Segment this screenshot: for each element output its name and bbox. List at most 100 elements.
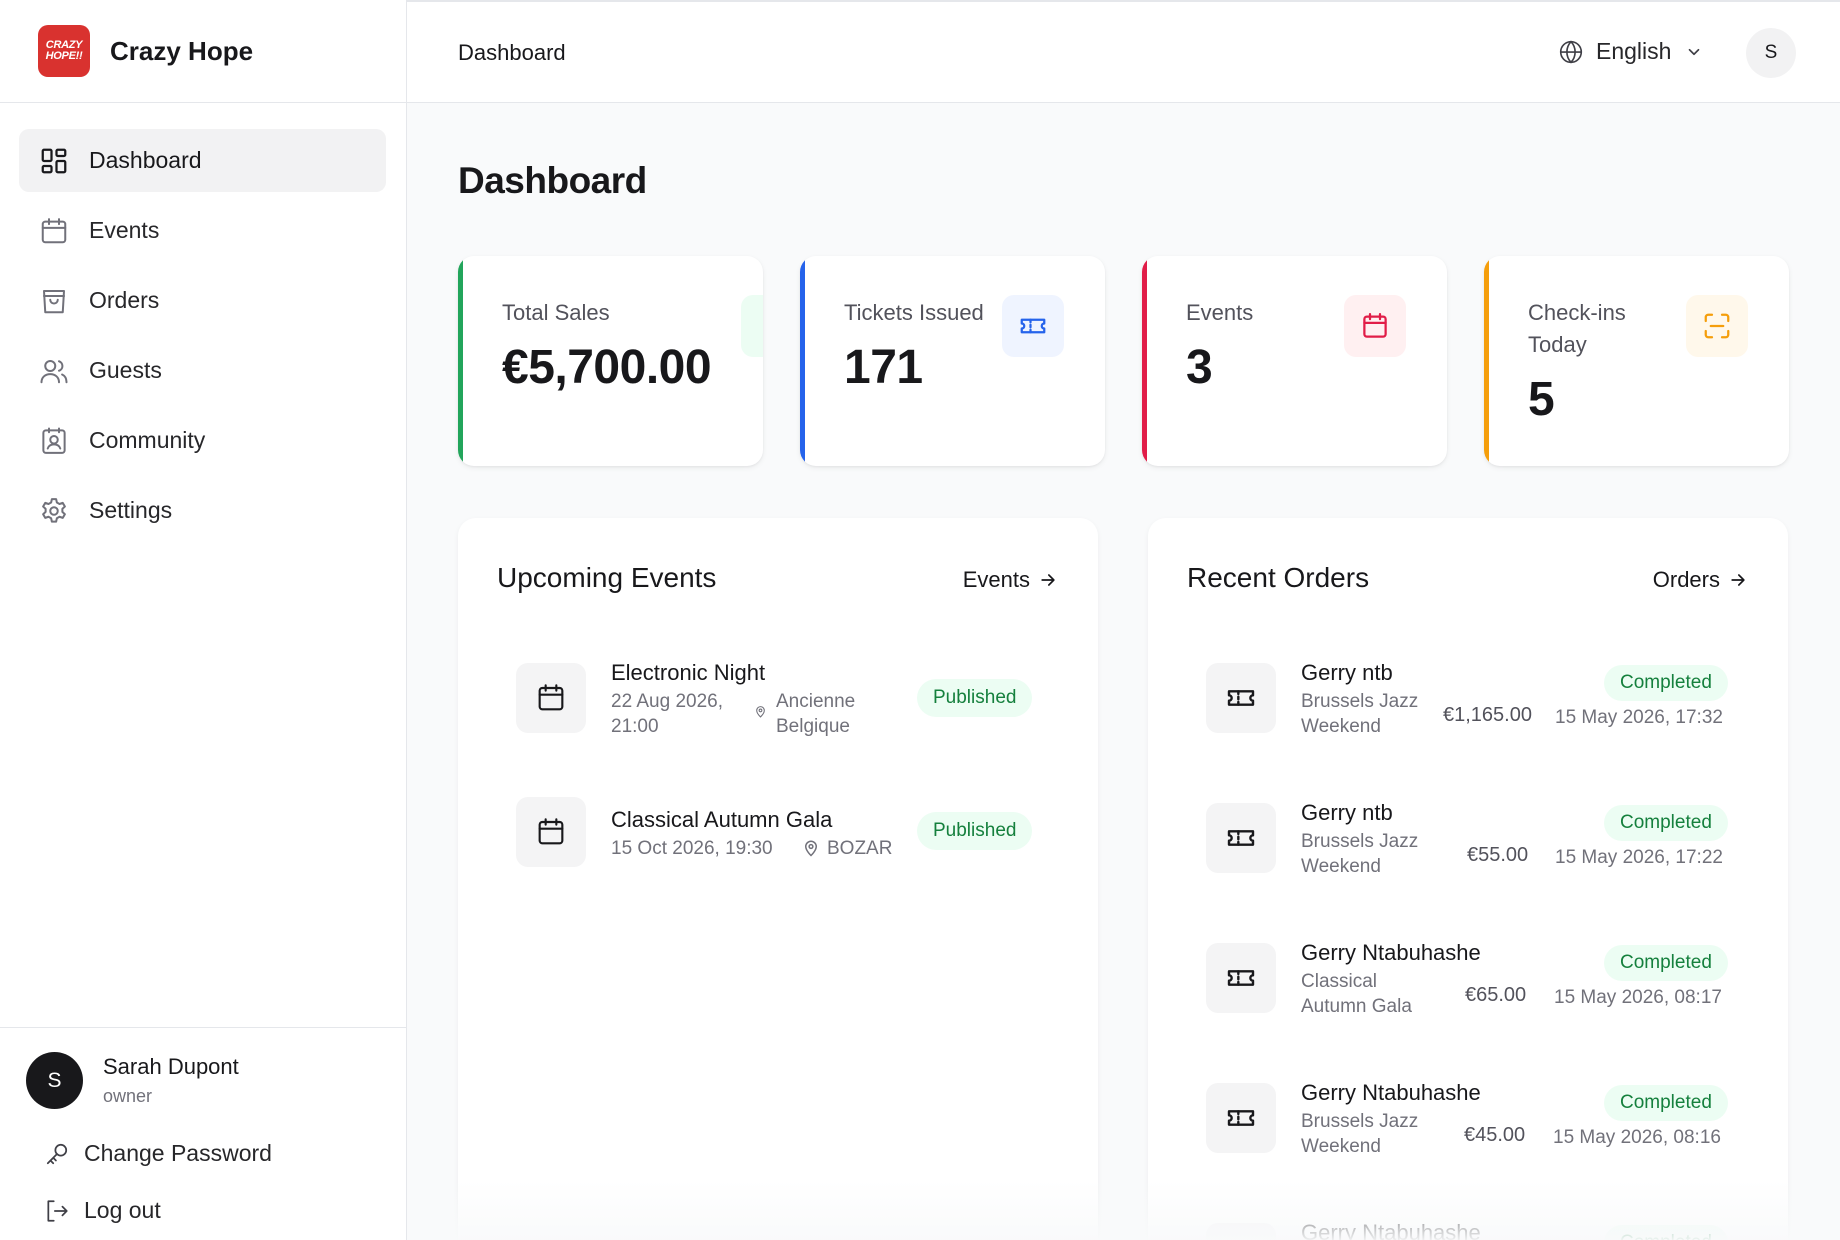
user-name: Sarah Dupont [103,1054,239,1079]
map-pin-icon [804,840,818,857]
panel-title: Upcoming Events [497,562,717,593]
stat-card-check-ins-today: Check-ins Today 5 [1484,256,1789,466]
sidebar-item-community[interactable]: Community [19,409,386,472]
ticket-icon [1227,830,1255,846]
customer-name: Gerry ntb [1301,800,1393,825]
stat-value: 5 [1528,373,1555,426]
order-icon-box [1206,663,1276,733]
change-password-link[interactable]: Change Password [44,1140,406,1167]
order-event: Brussels Jazz Weekend [1301,1111,1419,1157]
sidebar-footer: S Sarah Dupont owner Change Password Log… [0,1027,406,1240]
order-event: Classical Autumn Gala [1301,971,1412,1017]
sidebar-item-label: Orders [89,287,160,313]
customer-name: Gerry Ntabuhashe [1301,1080,1481,1105]
ticket-icon [1227,690,1255,706]
language-selector[interactable]: English [1558,38,1703,65]
order-date: 15 May 2026, 08:17 [1554,987,1722,1008]
order-amount: €55.00 [1467,844,1529,866]
order-amount: €1,165.00 [1443,704,1532,726]
page-title: Dashboard [458,160,647,201]
recent-orders-panel: Recent Orders Orders Gerry ntb Brussels … [1148,518,1788,1240]
order-icon-box [1206,1083,1276,1153]
contact-card-icon [42,427,66,454]
stat-card-total-sales: Total Sales €5,700.00 [458,256,763,466]
order-date: 15 May 2026, 17:32 [1555,707,1723,728]
stat-icon-box [1344,295,1406,357]
dollar-icon [757,311,763,341]
change-password-label: Change Password [84,1140,272,1166]
sidebar-item-label: Dashboard [89,147,202,173]
order-event: Brussels Jazz Weekend [1301,831,1419,877]
scan-icon [1704,313,1730,339]
sidebar-item-guests[interactable]: Guests [19,339,386,402]
order-amount: €45.00 [1464,1124,1526,1146]
logo-text-bottom: HOPE!! [45,50,83,62]
event-venue: Ancienne Belgique [776,691,856,737]
user-role: owner [103,1086,153,1106]
stat-value: 3 [1186,341,1213,394]
sidebar-item-label: Settings [89,497,173,523]
status-badge: Completed [1604,805,1728,841]
stat-icon-box [741,295,763,357]
event-icon-box [516,797,586,867]
stat-label: Check-ins Today [1528,300,1626,357]
sidebar-item-label: Guests [89,357,162,383]
status-badge: Published [917,812,1033,850]
order-date: 15 May 2026, 08:16 [1553,1127,1721,1148]
stat-icon-box [1002,295,1064,357]
brand-logo: CRAZY HOPE!! [38,25,90,77]
event-date: 15 Oct 2026, 19:30 [611,838,773,859]
stat-value: 171 [844,341,923,394]
order-icon-box [1206,803,1276,873]
user-avatar-button[interactable]: S [1746,28,1796,78]
sidebar: CRAZY HOPE!! Crazy Hope Dashboard Events… [0,0,407,1240]
breadcrumb: Dashboard [458,40,566,65]
language-label: English [1596,38,1672,64]
stat-card-tickets-issued: Tickets Issued 171 [800,256,1105,466]
panel-link-label: Orders [1652,567,1720,592]
ticket-icon [1227,970,1255,986]
event-icon-box [516,663,586,733]
event-name: Classical Autumn Gala [611,807,833,832]
stat-card-events: Events 3 [1142,256,1447,466]
status-badge: Completed [1604,1085,1728,1121]
order-event: Brussels Jazz Weekend [1301,691,1419,737]
user-profile[interactable]: S Sarah Dupont owner [26,1052,406,1109]
sidebar-item-label: Community [89,427,206,453]
event-venue: BOZAR [827,838,893,859]
map-pin-icon [756,706,765,718]
sidebar-nav: Dashboard Events Orders Guests Community… [0,103,406,542]
view-orders-link[interactable]: Orders [1653,567,1748,593]
sidebar-item-dashboard[interactable]: Dashboard [19,129,386,192]
customer-name: Gerry Ntabuhashe [1301,1220,1481,1240]
calendar-icon [538,684,564,711]
ticket-icon [1227,1110,1255,1126]
sidebar-item-settings[interactable]: Settings [19,479,386,542]
logout-label: Log out [84,1197,161,1223]
arrow-right-icon [1041,574,1055,586]
globe-icon [1559,40,1583,63]
status-badge: Completed [1604,945,1728,981]
topbar: Dashboard English S [407,0,1840,103]
brand[interactable]: CRAZY HOPE!! Crazy Hope [0,0,406,103]
stat-label: Total Sales [502,300,610,325]
users-icon [40,359,68,383]
shopping-bag-icon [43,289,65,313]
status-badge: Completed [1604,665,1728,701]
order-icon-box [1206,943,1276,1013]
brand-name: Crazy Hope [110,35,254,66]
user-info: Sarah Dupont owner [103,1054,239,1107]
layout-grid-icon [41,148,67,173]
customer-name: Gerry Ntabuhashe [1301,940,1481,965]
avatar: S [26,1052,83,1109]
logout-link[interactable]: Log out [44,1197,406,1224]
stat-value: €5,700.00 [502,341,712,394]
sidebar-item-orders[interactable]: Orders [19,269,386,332]
event-date: 22 Aug 2026, 21:00 [611,691,723,737]
sidebar-item-label: Events [89,217,160,243]
calendar-icon [538,818,564,845]
sidebar-item-events[interactable]: Events [19,199,386,262]
view-events-link[interactable]: Events [963,567,1058,593]
key-icon [46,1143,68,1164]
stat-label: Tickets Issued [844,300,984,325]
